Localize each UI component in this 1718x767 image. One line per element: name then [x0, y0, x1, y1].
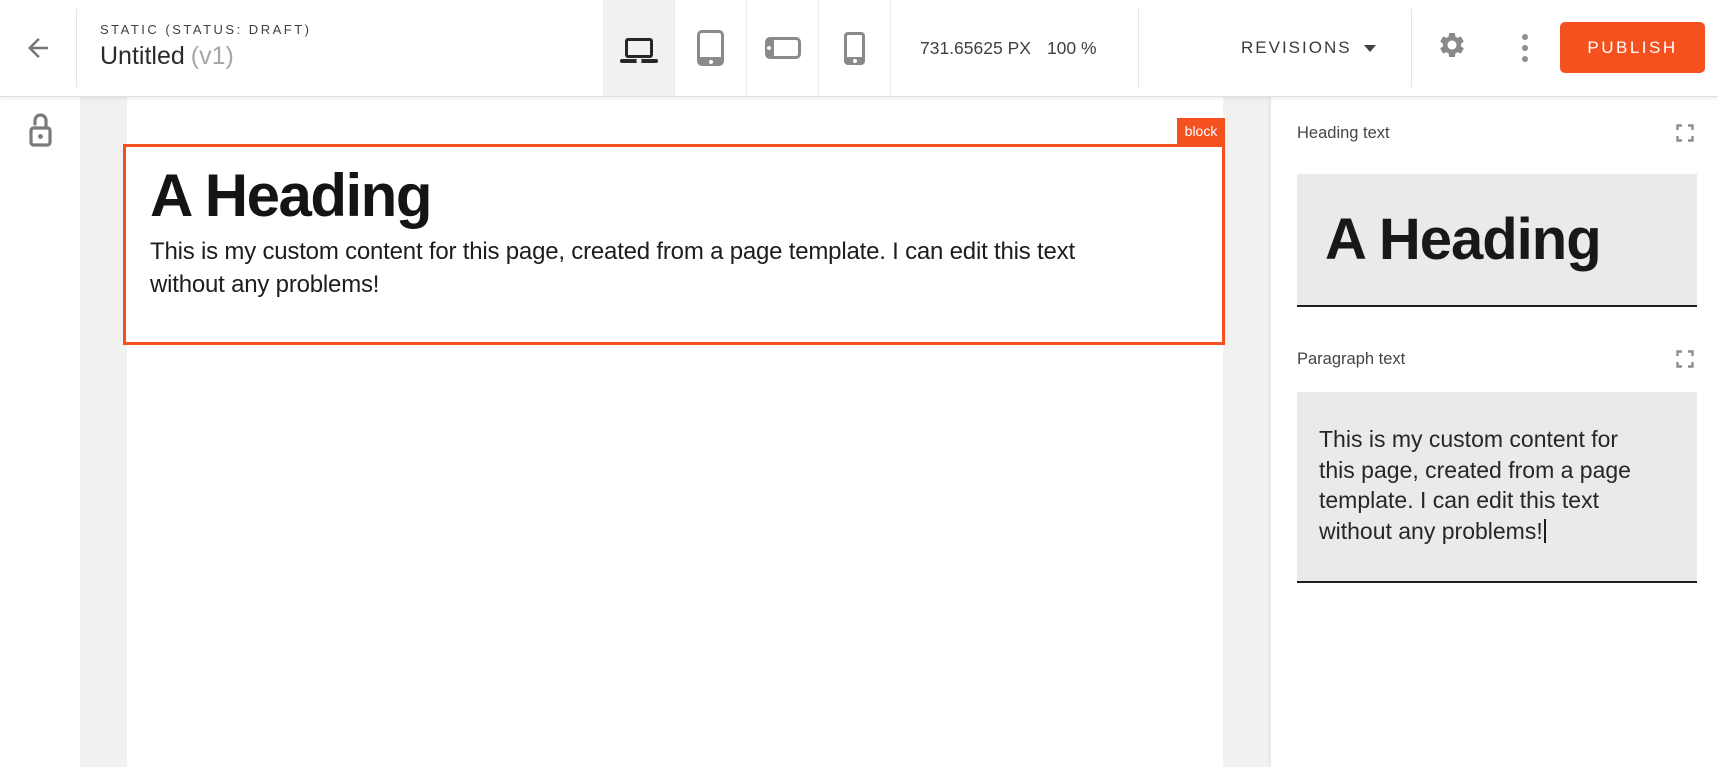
status-label: STATIC (STATUS: DRAFT)	[100, 22, 311, 37]
header-divider	[76, 9, 77, 87]
properties-panel: Heading text A Heading Paragraph text Th…	[1271, 97, 1718, 767]
revisions-button[interactable]: REVISIONS	[1241, 0, 1376, 96]
device-button-mobile[interactable]	[819, 0, 891, 96]
header-divider	[1138, 9, 1139, 87]
publish-button[interactable]: PUBLISH	[1560, 22, 1705, 73]
version-label: (v1)	[191, 42, 234, 70]
phone-icon	[844, 32, 865, 65]
device-button-tablet-landscape[interactable]	[747, 0, 819, 96]
lock-icon	[24, 109, 56, 153]
editor-workspace: block A Heading This is my custom conten…	[0, 97, 1718, 767]
left-rail	[0, 97, 80, 767]
block-heading: A Heading	[150, 165, 1198, 227]
zoom-level-value: 100 %	[1047, 38, 1097, 59]
device-preview-toolbar	[603, 0, 891, 96]
settings-button[interactable]	[1437, 30, 1467, 60]
block-paragraph: This is my custom content for this page,…	[150, 235, 1198, 301]
gear-icon	[1437, 30, 1467, 60]
fullscreen-icon	[1674, 122, 1696, 144]
back-button[interactable]	[16, 28, 60, 68]
paragraph-field-header: Paragraph text	[1297, 347, 1697, 371]
header-divider	[1411, 9, 1412, 87]
laptop-icon	[625, 38, 653, 58]
tablet-landscape-icon	[765, 37, 801, 59]
tablet-icon	[697, 30, 724, 66]
revisions-label: REVISIONS	[1241, 38, 1352, 58]
page-title: Untitled	[100, 42, 185, 70]
page-title-group: STATIC (STATUS: DRAFT) Untitled(v1)	[100, 22, 311, 71]
fullscreen-icon	[1674, 348, 1696, 370]
viewport-width-value: 731.65625 PX	[920, 38, 1031, 59]
device-button-tablet-portrait[interactable]	[675, 0, 747, 96]
overflow-menu-button[interactable]	[1513, 28, 1537, 68]
expand-paragraph-field-button[interactable]	[1673, 347, 1697, 371]
expand-heading-field-button[interactable]	[1673, 121, 1697, 145]
field-label: Heading text	[1297, 124, 1390, 143]
field-label: Paragraph text	[1297, 350, 1405, 369]
back-arrow-icon	[23, 33, 53, 63]
heading-field-input[interactable]: A Heading	[1297, 174, 1697, 307]
kebab-icon	[1522, 34, 1528, 62]
text-caret	[1544, 519, 1546, 543]
chevron-down-icon	[1364, 45, 1376, 52]
content-block[interactable]: A Heading This is my custom content for …	[123, 144, 1225, 345]
paragraph-field-input[interactable]: This is my custom content for this page,…	[1297, 392, 1697, 583]
top-toolbar: STATIC (STATUS: DRAFT) Untitled(v1) 731.…	[0, 0, 1718, 97]
viewport-readout: 731.65625 PX 100 %	[920, 0, 1097, 96]
heading-field-header: Heading text	[1297, 121, 1697, 145]
block-badge: block	[1177, 118, 1225, 144]
device-button-desktop[interactable]	[603, 0, 675, 96]
lock-button[interactable]	[24, 109, 56, 153]
